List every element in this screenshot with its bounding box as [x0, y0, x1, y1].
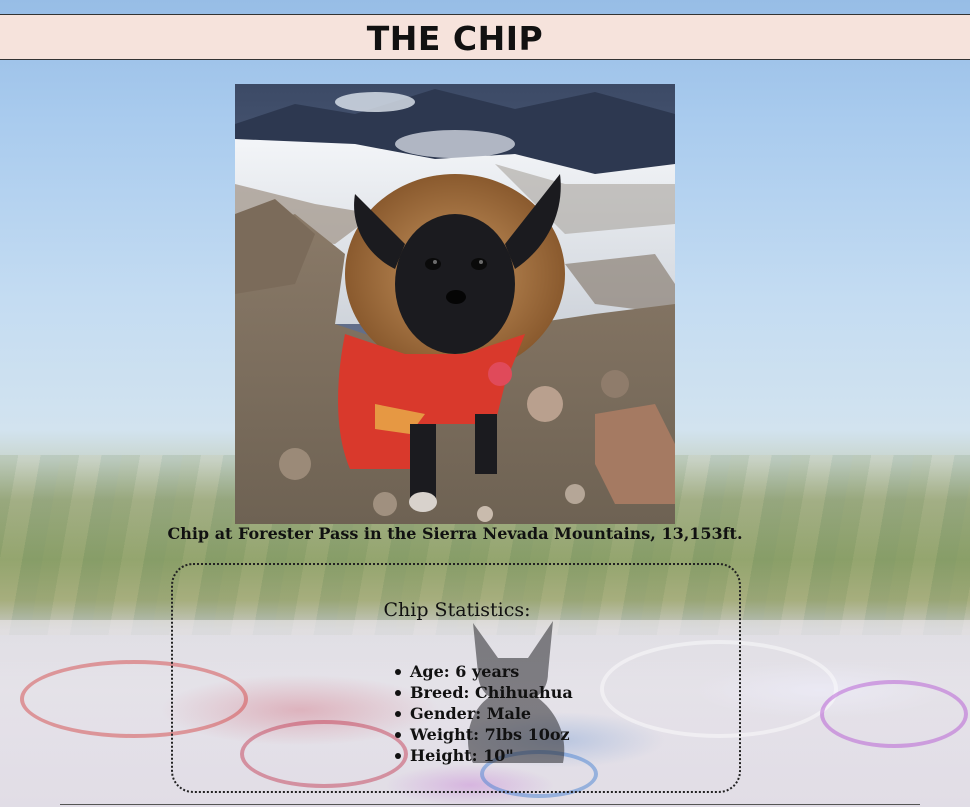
photo-caption: Chip at Forester Pass in the Sierra Neva… — [167, 524, 743, 543]
stat-gender: Gender: Male — [395, 703, 573, 724]
stats-panel: Chip Statistics: Age: 6 years Breed: Chi… — [171, 563, 741, 793]
page-title: THE CHIP — [366, 19, 544, 58]
graffiti-mark — [820, 680, 968, 748]
chip-photo — [235, 84, 675, 524]
page-header: THE CHIP — [0, 14, 970, 60]
stats-heading: Chip Statistics: — [173, 599, 741, 621]
stats-heading-text: Chip Statistics: — [383, 599, 531, 621]
stat-age: Age: 6 years — [395, 661, 573, 682]
stats-list: Age: 6 years Breed: Chihuahua Gender: Ma… — [395, 661, 573, 766]
stat-weight: Weight: 7lbs 10oz — [395, 724, 573, 745]
stat-breed: Breed: Chihuahua — [395, 683, 573, 702]
stat-height: Height: 10" — [395, 745, 573, 766]
footer-divider — [60, 804, 920, 805]
